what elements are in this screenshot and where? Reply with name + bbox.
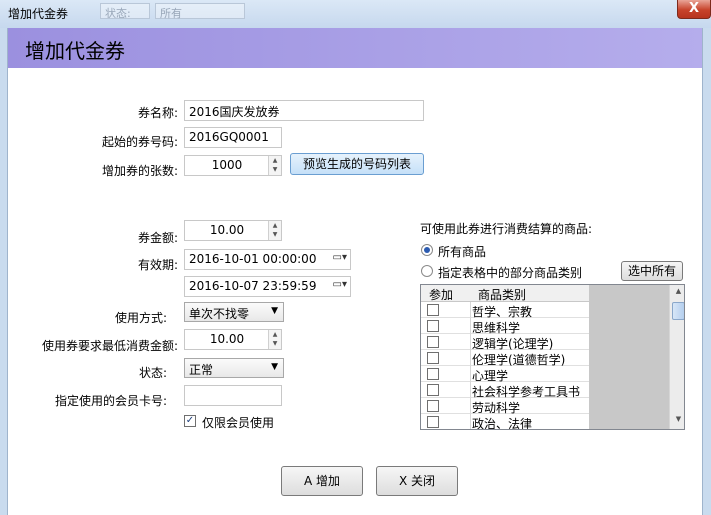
amount-value: 10.00 [209,223,245,237]
dialog-client-area: 增加代金券 券名称: 2016国庆发放券 起始的券号码: 2016GQ0001 … [7,28,703,515]
start-number-input[interactable]: 2016GQ0001 [184,127,282,148]
table-scrollbar[interactable]: ▲ ▼ [669,285,684,429]
table-row[interactable]: 劳动科学 [421,398,589,415]
category-cell: 政治、法律 [472,417,533,430]
min-spend-stepper[interactable]: 10.00 ▲ ▼ [184,329,282,350]
table-row[interactable]: 哲学、宗教 [421,302,589,319]
window-close-button[interactable]: X [677,0,711,19]
table-row[interactable]: 心理学 [421,366,589,383]
add-button[interactable]: A 增加 [281,466,363,496]
usage-value: 单次不找零 [189,307,250,321]
table-row[interactable]: 伦理学(道德哲学) [421,350,589,367]
coupon-name-input[interactable]: 2016国庆发放券 [184,100,424,121]
page-title: 增加代金券 [25,39,125,63]
partial-goods-radio[interactable] [421,265,433,277]
preview-numbers-button[interactable]: 预览生成的号码列表 [290,153,424,175]
chevron-down-icon: ▼ [271,362,278,372]
spinner-arrows-icon[interactable]: ▲ ▼ [268,221,281,240]
all-goods-radio[interactable] [421,244,433,256]
row-checkbox[interactable] [427,384,439,396]
chevron-down-icon: ▼ [271,306,278,316]
all-goods-label: 所有商品 [438,245,487,259]
usage-label: 使用方式: [114,311,167,325]
row-checkbox[interactable] [427,368,439,380]
table-row[interactable]: 政治、法律 [421,414,589,430]
count-label: 增加券的张数: [101,164,178,178]
amount-label: 券金额: [137,231,178,245]
row-checkbox[interactable] [427,416,439,428]
goods-category-table[interactable]: 参加 商品类别 哲学、宗教 思维科学 逻辑学(论理学) 伦理学(道德哲学) 心理… [420,284,685,430]
table-row[interactable]: 社会科学参考工具书 [421,382,589,399]
calendar-dropdown-icon[interactable]: ▭▾ [333,252,347,263]
close-button[interactable]: X 关闭 [376,466,458,496]
partial-goods-label: 指定表格中的部分商品类别 [438,266,583,280]
scroll-thumb[interactable] [672,302,684,320]
start-number-label: 起始的券号码: [101,135,178,149]
validity-label: 有效期: [137,258,178,272]
min-spend-value: 10.00 [209,332,245,346]
table-empty-area [589,285,669,429]
column-header-category: 商品类别 [478,288,527,302]
valid-to-picker[interactable]: 2016-10-07 23:59:59 ▭▾ [184,276,351,297]
ghost-status-label: 状态: [100,3,150,20]
spinner-arrows-icon[interactable]: ▲ ▼ [268,156,281,175]
table-row[interactable]: 逻辑学(论理学) [421,334,589,351]
header-band: 增加代金券 [8,28,702,68]
window-title: 增加代金券 [8,7,69,21]
members-only-label: 仅限会员使用 [202,416,275,430]
valid-to-value: 2016-10-07 23:59:59 [189,279,317,293]
valid-from-picker[interactable]: 2016-10-01 00:00:00 ▭▾ [184,249,351,270]
select-all-button[interactable]: 选中所有 [621,261,683,281]
window-title-bar: 增加代金券 状态: 所有 X [0,0,711,28]
status-label: 状态: [138,366,167,380]
usage-select[interactable]: 单次不找零 ▼ [184,302,284,322]
min-spend-label: 使用券要求最低消费金额: [41,339,178,353]
scroll-up-icon[interactable]: ▲ [672,287,684,301]
coupon-name-label: 券名称: [137,106,178,120]
member-card-label: 指定使用的会员卡号: [54,394,167,408]
start-number-value: 2016GQ0001 [189,130,269,144]
coupon-name-value: 2016国庆发放券 [189,105,280,119]
goods-title: 可使用此券进行消费结算的商品: [420,222,593,236]
ghost-status-value: 所有 [155,3,245,20]
column-header-join: 参加 [429,288,454,302]
valid-from-value: 2016-10-01 00:00:00 [189,252,317,266]
row-checkbox[interactable] [427,400,439,412]
status-select[interactable]: 正常 ▼ [184,358,284,378]
members-only-checkbox[interactable]: ✓ [184,415,196,427]
table-header: 参加 商品类别 [421,285,589,302]
calendar-dropdown-icon[interactable]: ▭▾ [333,279,347,290]
status-value: 正常 [189,363,214,377]
scroll-down-icon[interactable]: ▼ [672,415,684,429]
row-checkbox[interactable] [427,304,439,316]
count-stepper[interactable]: 1000 ▲ ▼ [184,155,282,176]
table-row[interactable]: 思维科学 [421,318,589,335]
row-checkbox[interactable] [427,320,439,332]
row-checkbox[interactable] [427,336,439,348]
spinner-arrows-icon[interactable]: ▲ ▼ [268,330,281,349]
count-value: 1000 [211,158,243,172]
amount-stepper[interactable]: 10.00 ▲ ▼ [184,220,282,241]
member-card-input[interactable] [184,385,282,406]
row-checkbox[interactable] [427,352,439,364]
close-icon: X [688,1,700,16]
